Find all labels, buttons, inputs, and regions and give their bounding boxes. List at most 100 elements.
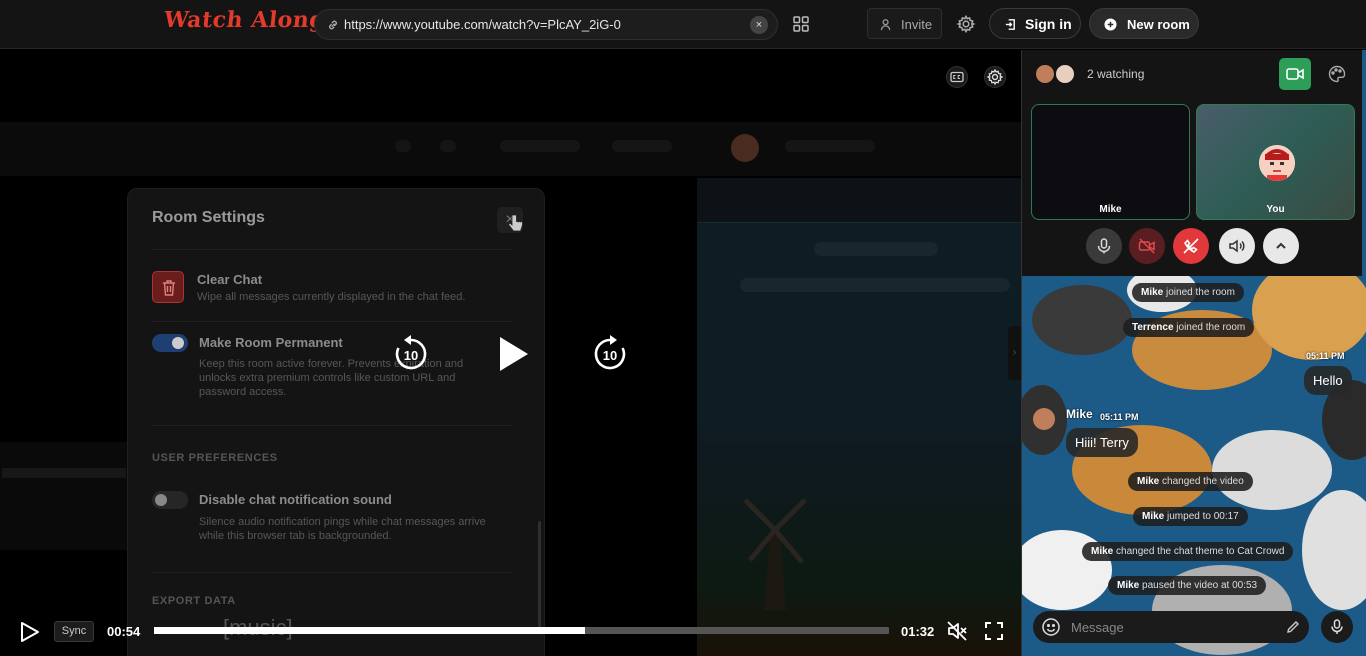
top-bar: Watch Along https://www.youtube.com/watc…	[0, 0, 1366, 49]
room-settings-title: Room Settings	[152, 209, 265, 226]
play-icon[interactable]	[18, 621, 40, 643]
settings-scrollbar	[538, 521, 541, 631]
end-call-button[interactable]	[1173, 228, 1209, 264]
new-room-button[interactable]: New room	[1089, 8, 1199, 39]
camera-off-button[interactable]	[1129, 228, 1165, 264]
message-timestamp: 05:11 PM	[1100, 412, 1139, 422]
invite-button[interactable]: Invite	[867, 8, 942, 39]
side-panel-header: 2 watching	[1022, 50, 1362, 98]
palette-icon[interactable]	[1328, 65, 1346, 83]
microphone-button[interactable]	[1086, 228, 1122, 264]
clear-url-button[interactable]: ×	[750, 16, 768, 34]
progress-fill	[154, 627, 586, 634]
play-icon[interactable]	[496, 335, 532, 373]
video-content-shape	[740, 278, 1010, 292]
camera-toggle-button[interactable]	[1279, 58, 1311, 90]
invite-label: Invite	[901, 17, 933, 32]
notification-sound-toggle	[152, 491, 188, 509]
permanent-room-toggle	[152, 334, 188, 352]
forward-10-button[interactable]: 10	[591, 335, 629, 373]
video-call-area: Mike You	[1022, 98, 1362, 276]
closed-captions-icon[interactable]	[946, 66, 968, 88]
end-call-icon	[1183, 238, 1199, 254]
video-tile-you[interactable]: You	[1196, 104, 1355, 220]
divider	[152, 321, 512, 322]
sign-in-icon	[1005, 19, 1015, 30]
clear-chat-description: Wipe all messages currently displayed in…	[197, 291, 466, 303]
export-data-heading: EXPORT DATA	[152, 595, 236, 607]
trash-icon	[163, 280, 175, 296]
system-message: Mike jumped to 00:17	[1133, 507, 1248, 526]
emoji-icon[interactable]	[1041, 617, 1061, 637]
cursor-pointer-icon	[507, 214, 523, 232]
video-content-windmill	[743, 498, 807, 610]
clear-chat-button	[152, 271, 184, 303]
current-time: 00:54	[107, 624, 141, 639]
apps-grid-icon[interactable]	[791, 14, 811, 34]
system-message: Mike changed the video	[1128, 472, 1253, 491]
system-message: Mike paused the video at 00:53	[1108, 576, 1267, 595]
link-icon	[329, 20, 337, 30]
microphone-icon	[1331, 619, 1343, 634]
clear-chat-title: Clear Chat	[197, 272, 263, 287]
divider	[152, 572, 512, 573]
watching-count: 2 watching	[1087, 67, 1145, 81]
system-message: Mike joined the room	[1132, 283, 1244, 302]
video-tile-mike[interactable]: Mike	[1031, 104, 1190, 220]
video-tile-name: You	[1266, 204, 1285, 215]
sign-in-button[interactable]: Sign in	[989, 8, 1081, 39]
speaker-button[interactable]	[1219, 228, 1255, 264]
new-room-label: New room	[1127, 17, 1190, 32]
pen-icon[interactable]	[1285, 619, 1301, 635]
video-content-panel	[0, 442, 128, 550]
video-content-shape	[500, 140, 580, 152]
video-url-bar[interactable]: https://www.youtube.com/watch?v=PlcAY_2i…	[314, 9, 778, 40]
user-plus-icon	[880, 19, 891, 31]
side-panel: 2 watching Mike You Mike joined the room…	[1021, 50, 1366, 656]
message-composer[interactable]	[1033, 611, 1309, 643]
system-message: Mike changed the chat theme to Cat Crowd	[1082, 542, 1294, 561]
gear-icon[interactable]	[956, 14, 976, 34]
message-input[interactable]	[1071, 617, 1271, 637]
avatar	[1034, 63, 1056, 85]
message-timestamp: 05:11 PM	[1306, 351, 1345, 361]
expand-call-button[interactable]	[1263, 228, 1299, 264]
sync-button[interactable]: Sync	[54, 621, 94, 642]
speaker-icon	[1229, 239, 1245, 253]
message-sender: Mike	[1066, 407, 1093, 421]
video-content-shape	[814, 242, 938, 256]
user-avatar-icon	[1259, 145, 1295, 181]
sign-in-label: Sign in	[1025, 16, 1072, 32]
progress-bar[interactable]	[154, 627, 889, 634]
rewind-10-button[interactable]: 10	[392, 335, 430, 373]
video-settings-icon[interactable]	[984, 66, 1006, 88]
watch-along-app: Watch Along https://www.youtube.com/watc…	[0, 0, 1366, 656]
app-logo[interactable]: Watch Along	[163, 7, 327, 33]
video-content-shape	[440, 140, 456, 152]
collapse-sidebar-handle[interactable]: ›	[1008, 326, 1021, 380]
own-message-bubble: Hello	[1304, 366, 1352, 395]
mute-icon[interactable]	[946, 620, 968, 642]
video-content-shape	[395, 140, 411, 152]
rewind-10-icon: 10	[395, 335, 427, 370]
video-url-text[interactable]: https://www.youtube.com/watch?v=PlcAY_2i…	[344, 17, 621, 32]
total-time: 01:32	[901, 624, 935, 639]
avatar	[1033, 408, 1055, 430]
video-tile-name: Mike	[1099, 204, 1122, 215]
video-player[interactable]: Room Settings × Clear Chat Wipe all mess…	[0, 50, 1021, 656]
video-content-avatar	[731, 134, 759, 162]
video-camera-icon	[1286, 68, 1304, 80]
system-message: Terrence joined the room	[1123, 318, 1255, 337]
forward-10-label: 10	[603, 348, 617, 363]
video-content-chat-feed	[697, 222, 1021, 462]
voice-message-button[interactable]	[1321, 611, 1353, 643]
permanent-room-description: Keep this room active forever. Prevents …	[199, 358, 464, 398]
chevron-up-icon	[1276, 242, 1286, 249]
fullscreen-icon[interactable]	[984, 621, 1004, 641]
video-content-shape	[785, 140, 875, 152]
avatar	[1054, 63, 1076, 85]
user-preferences-heading: USER PREFERENCES	[152, 452, 278, 464]
message-bubble: Hiii! Terry	[1066, 428, 1138, 457]
camera-off-icon	[1138, 238, 1155, 254]
video-content-shape	[2, 468, 126, 478]
